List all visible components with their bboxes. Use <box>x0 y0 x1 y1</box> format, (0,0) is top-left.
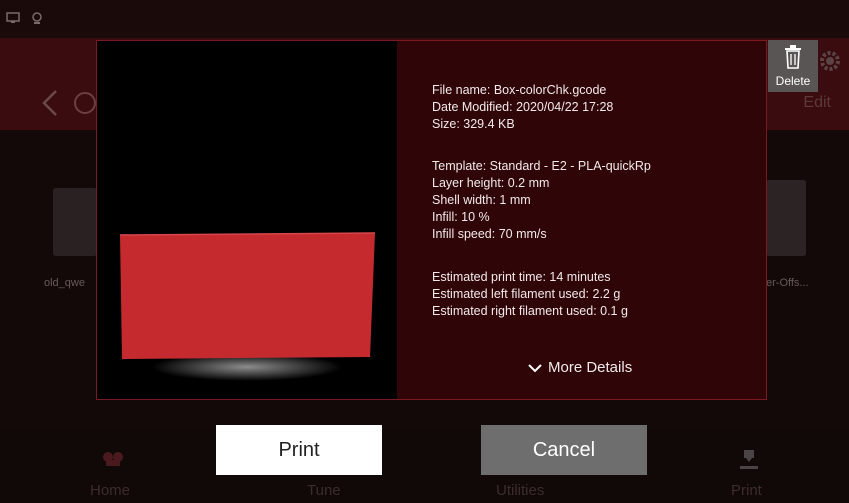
shell-width: Shell width: 1 mm <box>432 193 531 207</box>
cancel-button[interactable]: Cancel <box>481 425 647 475</box>
date-modified: Date Modified: 2020/04/22 17:28 <box>432 100 614 114</box>
logo-icon <box>74 92 96 114</box>
infill-speed: Infill speed: 70 mm/s <box>432 227 547 241</box>
status-bar <box>0 0 849 38</box>
back-icon[interactable] <box>38 88 62 118</box>
home-icon[interactable] <box>100 448 126 468</box>
model-preview <box>97 41 397 399</box>
trash-icon <box>785 45 801 69</box>
layer-height: Layer height: 0.2 mm <box>432 176 550 190</box>
file-name: File name: Box-colorChk.gcode <box>432 83 607 97</box>
estimated-right-filament: Estimated right filament used: 0.1 g <box>432 304 628 318</box>
nav-tune[interactable]: Tune <box>307 482 341 499</box>
nav-utilities[interactable]: Utilities <box>496 482 544 499</box>
chevron-down-icon <box>528 363 542 372</box>
more-details-button[interactable]: More Details <box>528 359 632 376</box>
edit-button[interactable]: Edit <box>803 94 831 112</box>
print-icon[interactable] <box>738 446 760 472</box>
monitor-icon <box>6 12 20 23</box>
infill: Infill: 10 % <box>432 210 490 224</box>
file-info-panel: File name: Box-colorChk.gcode Date Modif… <box>397 41 766 399</box>
delete-button[interactable]: Delete <box>768 40 818 92</box>
estimated-left-filament: Estimated left filament used: 2.2 g <box>432 287 621 301</box>
file-label: old_qwe <box>44 277 85 289</box>
model-preview-graphic <box>119 232 376 381</box>
more-details-label: More Details <box>548 359 633 376</box>
print-button[interactable]: Print <box>216 425 382 475</box>
webcam-icon <box>32 12 42 24</box>
estimated-print-time: Estimated print time: 14 minutes <box>432 270 611 284</box>
nav-home[interactable]: Home <box>90 482 130 499</box>
model-box <box>120 233 375 359</box>
file-size: Size: 329.4 KB <box>432 117 515 131</box>
file-details-dialog: File name: Box-colorChk.gcode Date Modif… <box>96 40 767 400</box>
print-settings-group: Template: Standard - E2 - PLA-quickRp La… <box>432 158 651 243</box>
folder-icon[interactable] <box>53 188 97 256</box>
file-icon[interactable] <box>766 180 806 256</box>
file-info-group: File name: Box-colorChk.gcode Date Modif… <box>432 82 613 133</box>
file-label: er-Offs... <box>766 277 809 289</box>
nav-print[interactable]: Print <box>731 482 762 499</box>
gear-icon[interactable] <box>817 48 843 74</box>
template: Template: Standard - E2 - PLA-quickRp <box>432 159 651 173</box>
estimates-group: Estimated print time: 14 minutes Estimat… <box>432 269 628 320</box>
delete-label: Delete <box>775 74 811 88</box>
